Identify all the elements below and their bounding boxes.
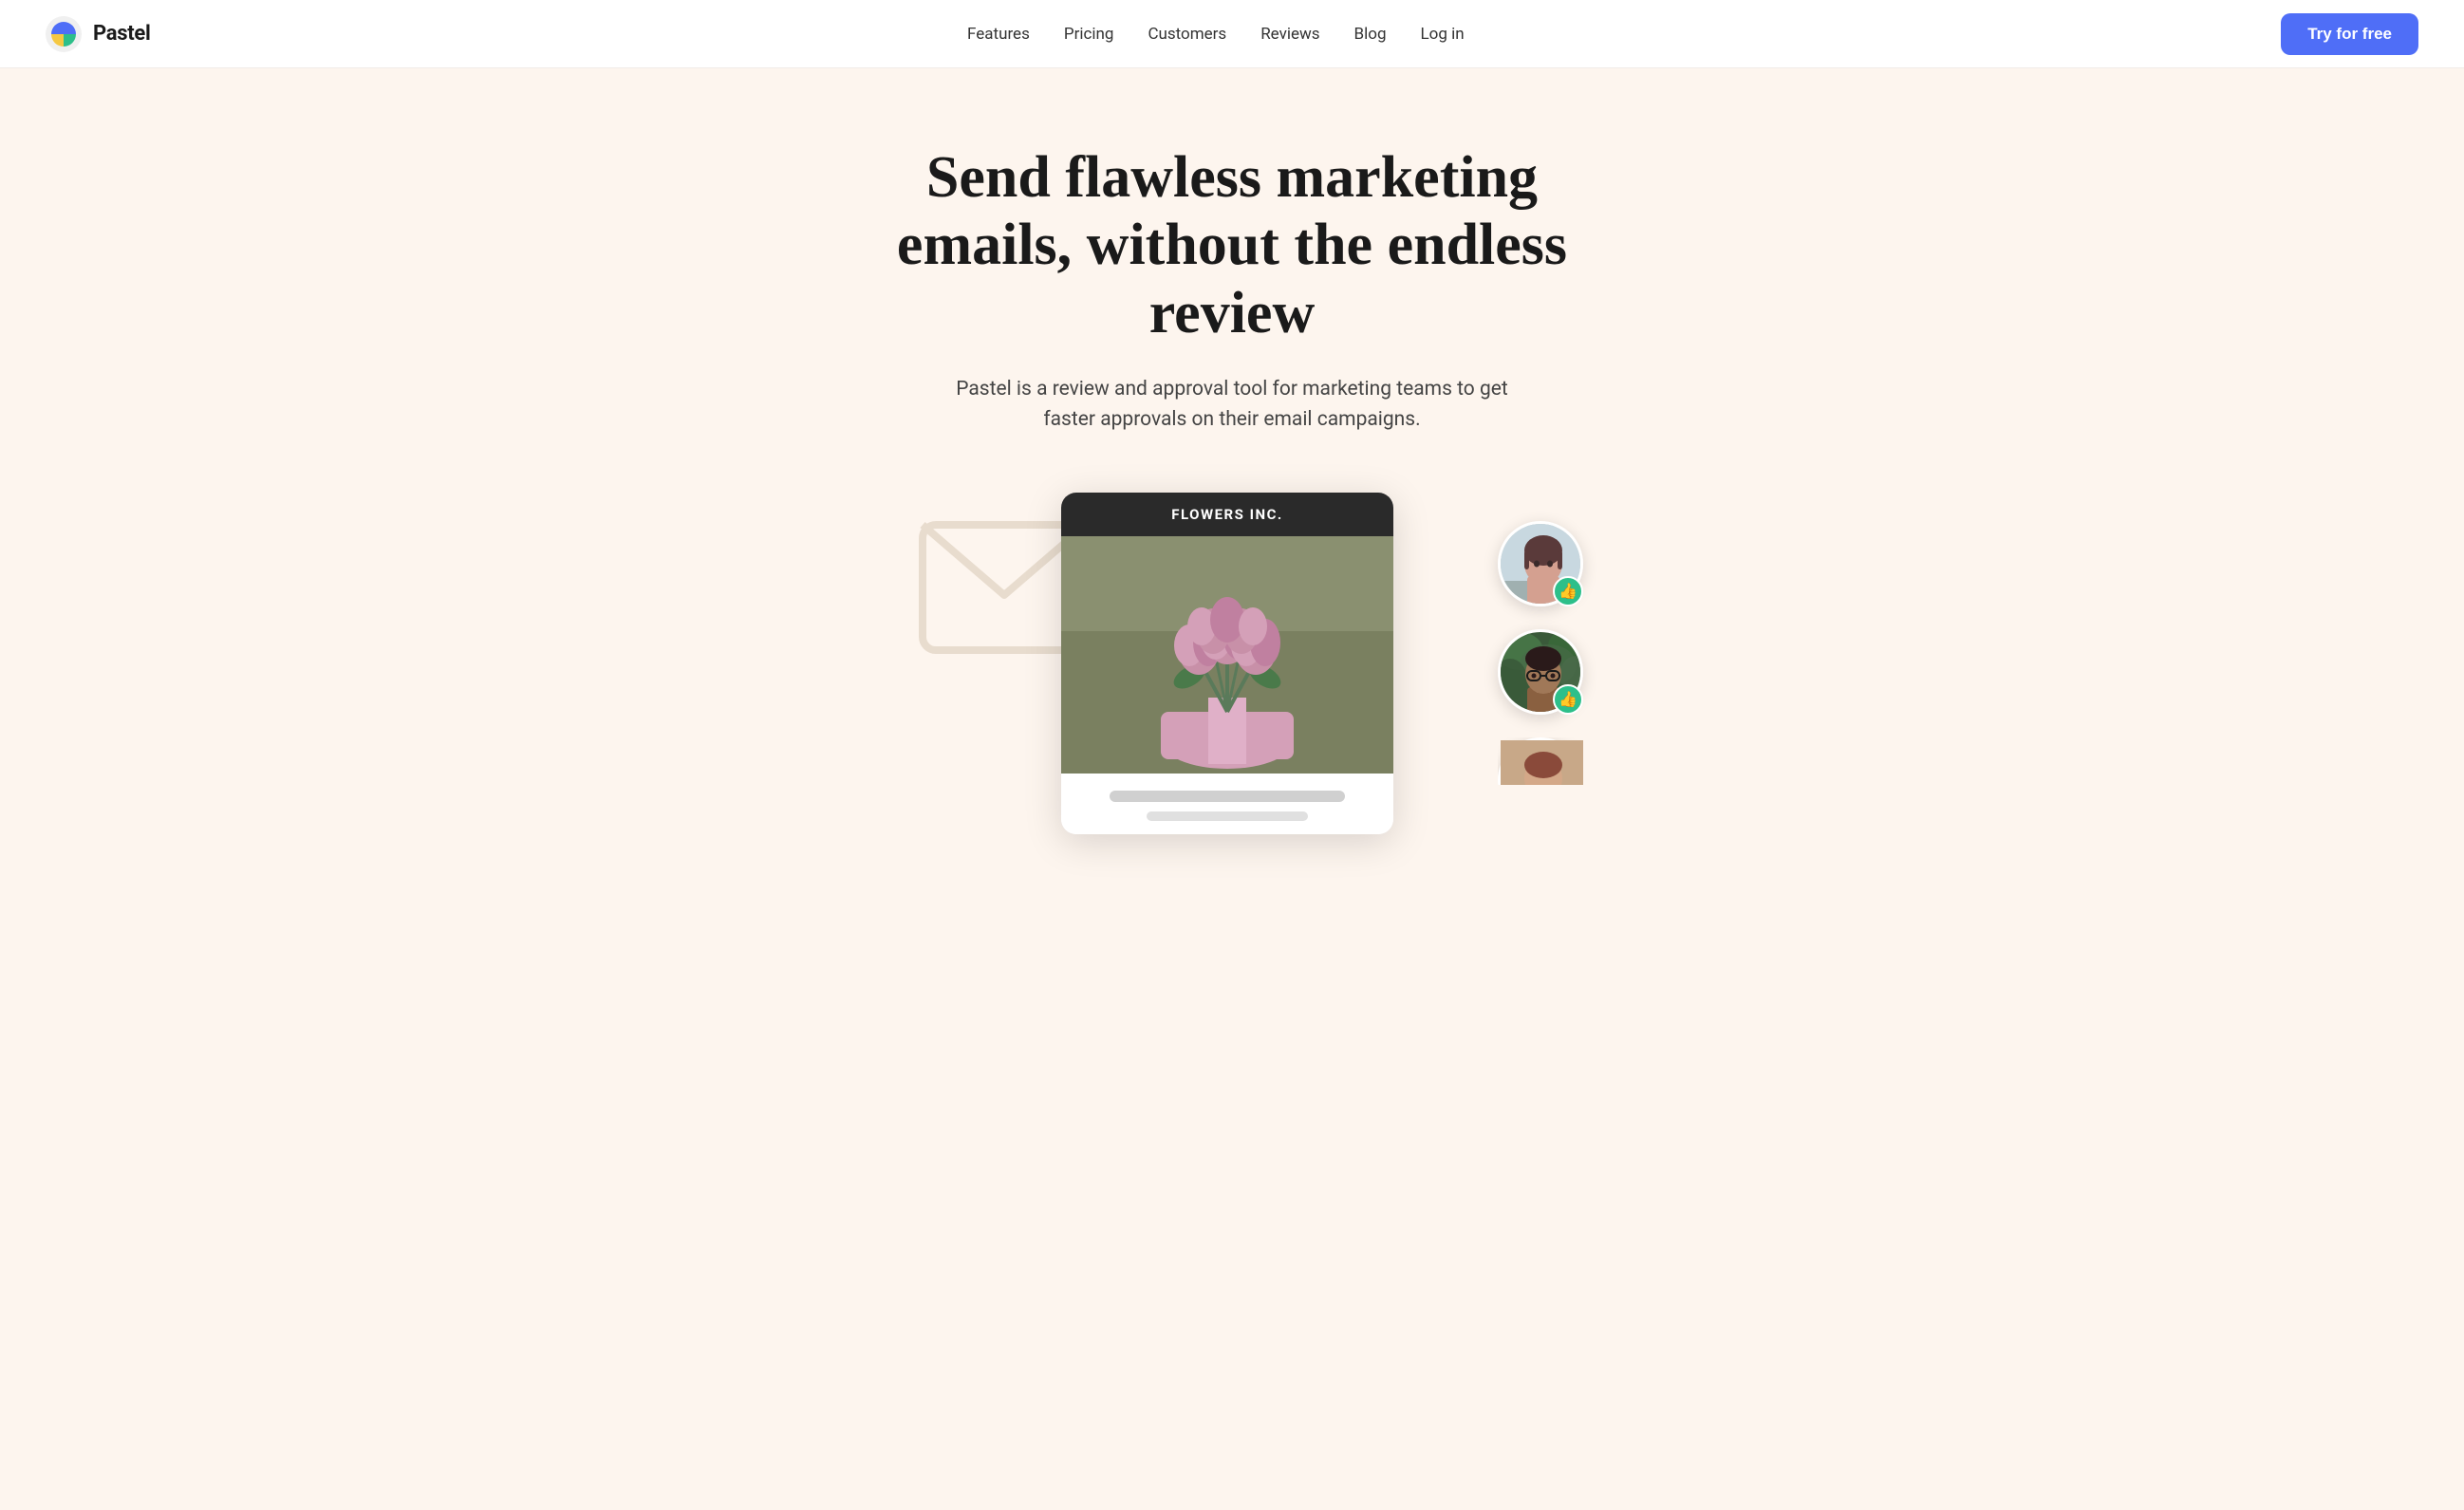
hero-title: Send flawless marketing emails, without … [843,144,1621,347]
nav-login[interactable]: Log in [1421,25,1465,44]
nav-features[interactable]: Features [967,25,1030,44]
hero-subtitle: Pastel is a review and approval tool for… [947,374,1517,436]
nav-blog[interactable]: Blog [1354,25,1387,44]
reviewer-avatars: 👍 [1498,521,1583,785]
pastel-logo-icon [46,16,82,52]
thumbs-up-badge-2: 👍 [1553,684,1583,715]
navbar: Pastel Features Pricing Customers Review… [0,0,2464,68]
navbar-logo-area: Pastel [46,16,150,52]
email-card-brand: FLOWERS INC. [1061,493,1393,536]
try-for-free-button[interactable]: Try for free [2281,13,2418,55]
nav-customers[interactable]: Customers [1148,25,1226,44]
email-card-image [1061,536,1393,774]
email-text-bar-2 [1147,811,1309,821]
navbar-links: Features Pricing Customers Reviews Blog … [967,25,1465,44]
email-preview-card: FLOWERS INC. [1061,493,1393,834]
avatar-circle-partial [1498,737,1583,785]
thumbs-up-badge-1: 👍 [1553,576,1583,606]
email-card-text-area [1061,774,1393,834]
hero-visual: FLOWERS INC. [805,493,1659,901]
nav-reviews[interactable]: Reviews [1260,25,1319,44]
reviewer-avatar-3 [1498,737,1583,785]
reviewer-avatar-2: 👍 [1498,629,1583,715]
reviewer-avatar-1: 👍 [1498,521,1583,606]
hero-section: Send flawless marketing emails, without … [0,68,2464,901]
email-text-bar-1 [1110,791,1345,802]
nav-pricing[interactable]: Pricing [1064,25,1114,44]
logo-text: Pastel [93,22,150,46]
